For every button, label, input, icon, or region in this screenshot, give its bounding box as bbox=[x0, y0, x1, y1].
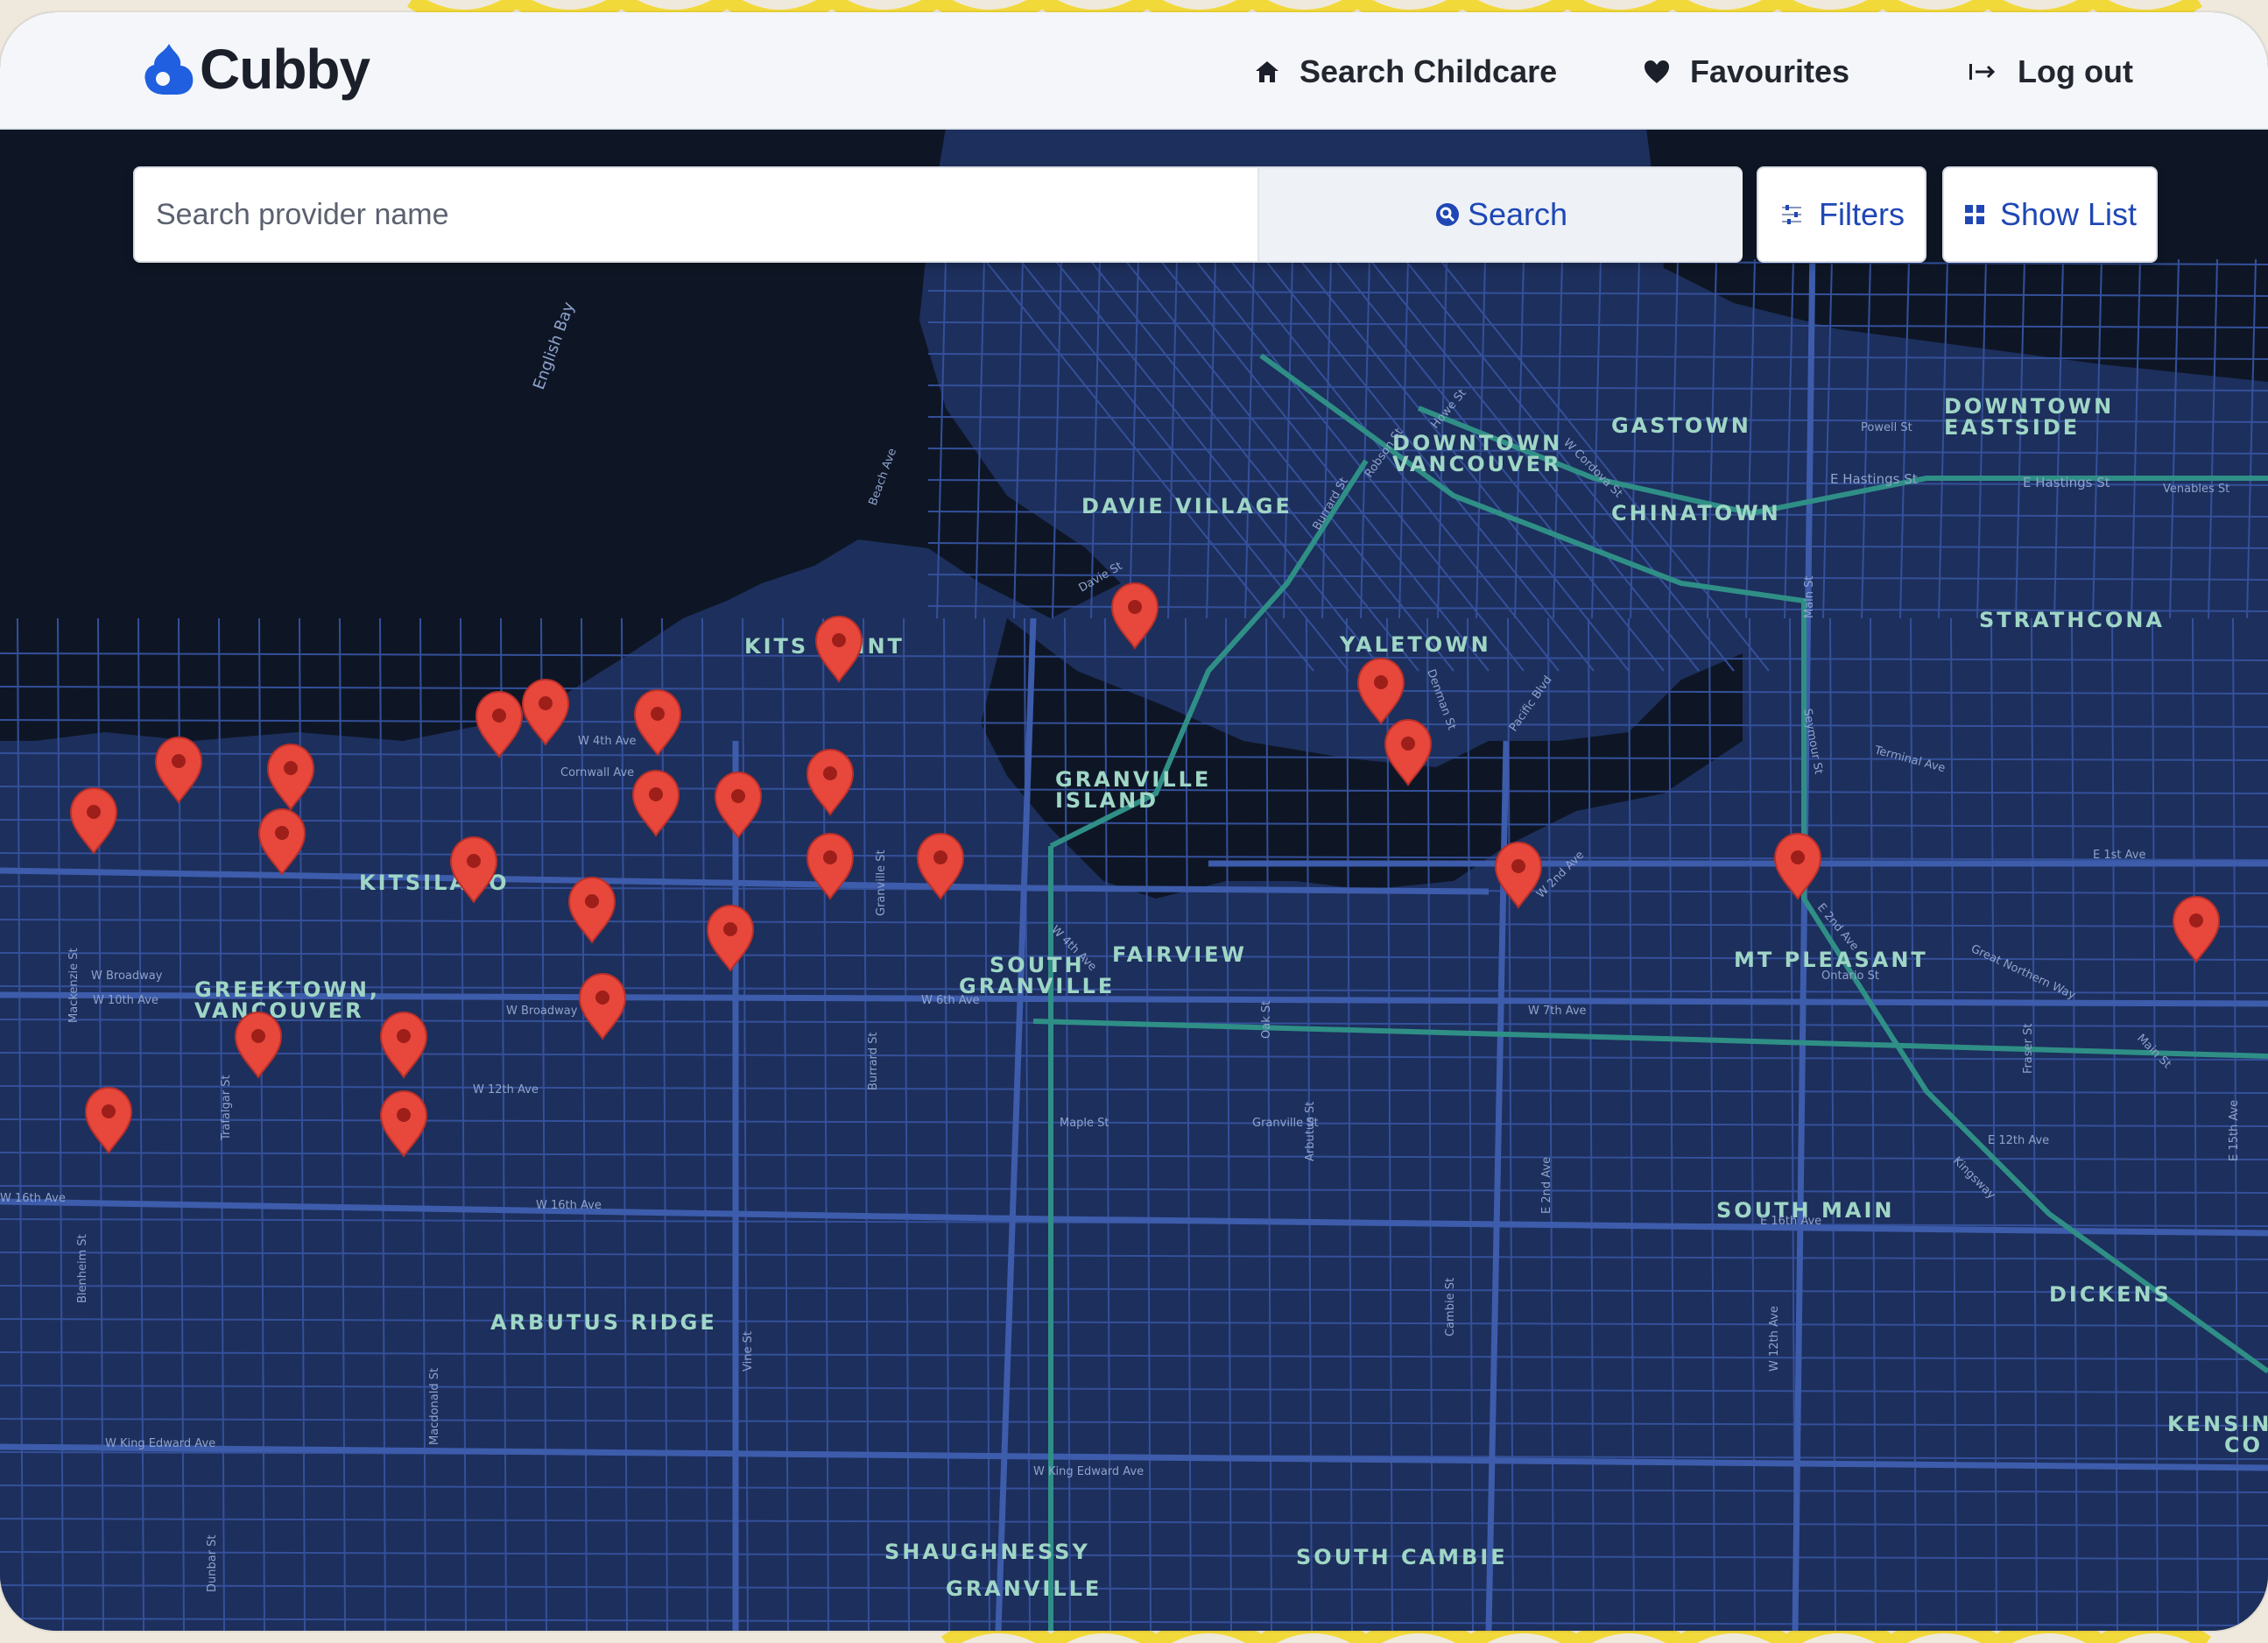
street-label: Maple St bbox=[1060, 1117, 1109, 1130]
neighborhood-label: GRANVILLE bbox=[959, 974, 1115, 998]
neighborhood-label: STRATHCONA bbox=[1979, 608, 2165, 632]
search-icon bbox=[1435, 203, 1459, 226]
neighborhood-label: ISLAND bbox=[1055, 788, 1159, 813]
street-label: W 12th Ave bbox=[473, 1083, 539, 1097]
show-list-label: Show List bbox=[1999, 196, 2138, 232]
street-label: Granville St bbox=[1252, 1117, 1319, 1130]
street-label: Venables St bbox=[2163, 483, 2229, 496]
nav-search-childcare[interactable]: Search Childcare bbox=[1254, 46, 1557, 98]
filters-button[interactable]: Filters bbox=[1757, 166, 1926, 263]
street-label: Blenheim St bbox=[76, 1234, 89, 1303]
show-list-button[interactable]: Show List bbox=[1942, 166, 2158, 263]
street-label: E 12th Ave bbox=[1988, 1134, 2049, 1147]
street-label: Arbutus St bbox=[1304, 1102, 1317, 1161]
street-label: W 4th Ave bbox=[578, 735, 637, 748]
search-button-label: Search bbox=[1467, 196, 1568, 232]
nav-logout[interactable]: Log out bbox=[1967, 46, 2133, 98]
nav-favourites[interactable]: Favourites bbox=[1643, 46, 1849, 98]
neighborhood-label: CHINATOWN bbox=[1611, 501, 1781, 525]
street-label: W 10th Ave bbox=[93, 994, 158, 1007]
street-label: E Hastings St bbox=[1830, 471, 1918, 487]
cubby-logo-icon bbox=[144, 44, 194, 95]
neighborhood-label: DICKENS bbox=[2049, 1282, 2172, 1307]
street-label: Mackenzie St bbox=[67, 948, 81, 1023]
street-label: W 6th Ave bbox=[921, 994, 980, 1007]
street-label: Fraser St bbox=[2022, 1024, 2035, 1074]
map-view[interactable]: KITS POINTKITSILANODAVIE VILLAGEDOWNTOWN… bbox=[0, 128, 2268, 1631]
logout-icon bbox=[1969, 64, 1996, 80]
neighborhood-label: CO bbox=[2224, 1433, 2263, 1457]
street-label: W Broadway bbox=[506, 1005, 578, 1018]
neighborhood-label: GRANVILLE bbox=[946, 1576, 1102, 1601]
street-label: Main St bbox=[1803, 575, 1816, 618]
street-label: Cambie St bbox=[1444, 1278, 1457, 1336]
street-label: Oak St bbox=[1260, 1001, 1273, 1039]
nav-search-childcare-label: Search Childcare bbox=[1300, 53, 1558, 89]
top-navigation-bar: Cubby Search Childcare Favourites Log ou… bbox=[0, 12, 2268, 130]
filters-label: Filters bbox=[1819, 196, 1905, 232]
nav-favourites-label: Favourites bbox=[1690, 53, 1850, 89]
street-label: E 2nd Ave bbox=[1540, 1157, 1553, 1214]
street-label: W 12th Ave bbox=[1768, 1306, 1781, 1372]
street-label: Granville St bbox=[875, 850, 888, 916]
street-label: E 1st Ave bbox=[2093, 849, 2145, 862]
home-icon bbox=[1256, 61, 1278, 82]
search-button[interactable]: Search bbox=[1257, 168, 1743, 261]
street-label: Burrard St bbox=[867, 1033, 880, 1090]
heart-icon bbox=[1645, 60, 1669, 83]
street-label: Dunbar St bbox=[206, 1534, 219, 1592]
street-label: E 15th Ave bbox=[2228, 1100, 2241, 1161]
street-label: Vine St bbox=[742, 1331, 755, 1372]
neighborhood-label: FAIRVIEW bbox=[1112, 942, 1247, 967]
street-label: Ontario St bbox=[1821, 970, 1879, 983]
neighborhood-label: SHAUGHNESSY bbox=[884, 1540, 1090, 1564]
grid-icon bbox=[1964, 205, 1984, 224]
search-input[interactable] bbox=[135, 168, 1257, 261]
street-label: Powell St bbox=[1861, 421, 1912, 434]
street-label: Cornwall Ave bbox=[560, 766, 634, 779]
search-bar: Search bbox=[133, 166, 1743, 263]
street-label: E 16th Ave bbox=[1760, 1215, 1821, 1228]
street-label: W 16th Ave bbox=[536, 1199, 602, 1212]
brand-name: Cubby bbox=[200, 38, 370, 101]
neighborhood-label: VANCOUVER bbox=[1392, 452, 1562, 476]
neighborhood-label: DAVIE VILLAGE bbox=[1081, 494, 1292, 518]
neighborhood-label: ARBUTUS RIDGE bbox=[490, 1310, 717, 1335]
street-label: Macdonald St bbox=[428, 1368, 441, 1445]
street-label: W King Edward Ave bbox=[1033, 1465, 1144, 1478]
nav-logout-label: Log out bbox=[2018, 53, 2133, 89]
brand-logo[interactable]: Cubby bbox=[142, 30, 370, 109]
neighborhood-label: MT PLEASANT bbox=[1734, 948, 1928, 972]
street-label: W King Edward Ave bbox=[105, 1437, 215, 1450]
neighborhood-label: YALETOWN bbox=[1339, 632, 1491, 657]
sliders-icon bbox=[1782, 205, 1801, 224]
street-label: W Broadway bbox=[91, 970, 163, 983]
app-window: Cubby Search Childcare Favourites Log ou… bbox=[0, 12, 2268, 1631]
neighborhood-label: EASTSIDE bbox=[1944, 415, 2080, 440]
neighborhood-label: VANCOUVER bbox=[194, 998, 364, 1023]
neighborhood-label: GASTOWN bbox=[1611, 413, 1751, 438]
street-label: W 7th Ave bbox=[1528, 1005, 1587, 1018]
street-label: W 16th Ave bbox=[0, 1192, 66, 1205]
street-label: E Hastings St bbox=[2023, 475, 2110, 490]
neighborhood-label: SOUTH CAMBIE bbox=[1296, 1545, 1508, 1569]
street-label: Trafalgar St bbox=[220, 1075, 233, 1141]
